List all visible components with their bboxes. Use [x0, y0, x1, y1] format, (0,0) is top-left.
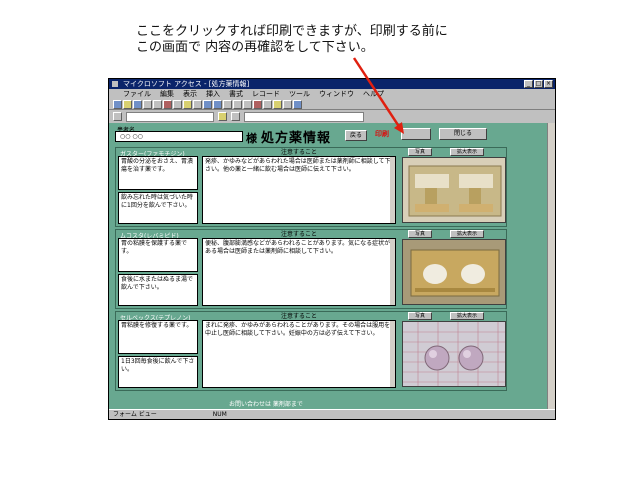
size-combo[interactable]	[244, 111, 364, 122]
drug-card: ガスター(ファモチジン) 胃酸の分泌をおさえ、胃潰瘍を治す薬です。 飲み忘れた時…	[115, 147, 507, 227]
annotation-text: ここをクリックすれば印刷できますが、印刷する前に この画面で 内容の再確認をして…	[136, 24, 448, 56]
enlarge-button[interactable]: 拡大表示	[450, 230, 484, 238]
delete-record-icon[interactable]	[263, 99, 272, 109]
print-label: 印刷	[375, 130, 389, 138]
application-window: マイクロソフト アクセス - [処方薬情報] _ □ × ファイル 編集 表示 …	[108, 78, 556, 420]
maximize-button[interactable]: □	[534, 80, 543, 88]
sort-asc-icon[interactable]	[203, 99, 212, 109]
standard-toolbar	[109, 99, 555, 110]
menu-records[interactable]: レコード	[252, 89, 280, 99]
usage-field[interactable]: 飲み忘れた時は気づいた時に1回分を飲んで下さい。	[118, 192, 198, 224]
notes-field[interactable]: 発疹、かゆみなどがあらわれた場合は医師または薬剤師に相談して下さい。他の薬と一緒…	[202, 156, 396, 224]
font-combo[interactable]	[126, 111, 214, 122]
effect-field[interactable]: 胃の粘膜を保護する薬です。	[118, 238, 198, 272]
close-form-button[interactable]: 閉じる	[439, 128, 487, 140]
new-record-icon[interactable]	[253, 99, 262, 109]
notes-scrollbar[interactable]	[390, 321, 395, 387]
effect-field[interactable]: 胃酸の分泌をおさえ、胃潰瘍を治す薬です。	[118, 156, 198, 190]
notes-field[interactable]: まれに発疹、かゆみがあらわれることがあります。その場合は服用を中止し医師に相談し…	[202, 320, 396, 388]
form-title: 処方薬情報	[261, 131, 332, 146]
save-icon[interactable]	[133, 99, 142, 109]
notes-scrollbar[interactable]	[390, 239, 395, 305]
notes-header: 注意すること	[280, 149, 317, 156]
app-icon	[112, 81, 118, 87]
drug-photo	[402, 321, 506, 387]
apply-filter-icon[interactable]	[233, 99, 242, 109]
find-icon[interactable]	[243, 99, 252, 109]
enlarge-button[interactable]: 拡大表示	[450, 312, 484, 320]
menu-view[interactable]: 表示	[183, 89, 197, 99]
copy-icon[interactable]	[173, 99, 182, 109]
photo-button[interactable]: 写真	[408, 148, 432, 156]
menu-edit[interactable]: 編集	[160, 89, 174, 99]
footer-text: お問い合わせは 薬剤部まで	[229, 401, 303, 408]
drug-photo	[402, 239, 506, 305]
paste-icon[interactable]	[183, 99, 192, 109]
menu-bar: ファイル 編集 表示 挿入 書式 レコード ツール ウィンドウ ヘルプ	[109, 89, 555, 99]
menu-window[interactable]: ウィンドウ	[319, 89, 354, 99]
status-mode: フォーム ビュー	[113, 411, 157, 418]
menu-tools[interactable]: ツール	[289, 89, 310, 99]
menu-insert[interactable]: 挿入	[206, 89, 220, 99]
notes-scrollbar[interactable]	[390, 157, 395, 223]
sort-desc-icon[interactable]	[213, 99, 222, 109]
usage-field[interactable]: 1日3回毎食後に飲んで下さい。	[118, 356, 198, 388]
open-folder-icon[interactable]	[123, 99, 132, 109]
italic-icon[interactable]	[231, 112, 240, 121]
effect-field[interactable]: 胃粘膜を修復する薬です。	[118, 320, 198, 354]
form-scrollbar[interactable]	[547, 123, 555, 411]
status-bar: フォーム ビュー NUM	[109, 409, 555, 419]
view-icon[interactable]	[113, 99, 122, 109]
preview-icon[interactable]	[153, 99, 162, 109]
annotation-line-2: この画面で 内容の再確認をして下さい。	[136, 40, 374, 55]
notes-header: 注意すること	[280, 231, 317, 238]
database-icon[interactable]	[273, 99, 282, 109]
undo-icon[interactable]	[193, 99, 202, 109]
annotation-line-1: ここをクリックすれば印刷できますが、印刷する前に	[136, 24, 448, 39]
notes-text: まれに発疹、かゆみがあらわれることがあります。その場合は服用を中止し医師に相談し…	[205, 322, 391, 337]
menu-file[interactable]: ファイル	[123, 89, 151, 99]
bold-icon[interactable]	[218, 112, 227, 121]
formatting-toolbar	[109, 110, 555, 123]
photo-button[interactable]: 写真	[408, 312, 432, 320]
object-icon[interactable]	[113, 112, 122, 121]
menu-help[interactable]: ヘルプ	[363, 89, 384, 99]
close-window-button[interactable]: ×	[544, 80, 553, 88]
new-object-icon[interactable]	[283, 99, 292, 109]
title-bar: マイクロソフト アクセス - [処方薬情報] _ □ ×	[109, 79, 555, 89]
drug-photo	[402, 157, 506, 223]
honorific-label: 様	[246, 132, 257, 145]
cut-icon[interactable]	[163, 99, 172, 109]
window-title: マイクロソフト アクセス - [処方薬情報]	[123, 80, 250, 88]
print-icon[interactable]	[143, 99, 152, 109]
notes-header: 注意すること	[280, 313, 317, 320]
drug-card: ムコスタ(レバミピド) 胃の粘膜を保護する薬です。 食後に水またはぬるま湯で飲ん…	[115, 229, 507, 309]
minimize-button[interactable]: _	[524, 80, 533, 88]
help-icon[interactable]	[293, 99, 302, 109]
menu-format[interactable]: 書式	[229, 89, 243, 99]
print-button[interactable]	[401, 128, 431, 140]
photo-button[interactable]: 写真	[408, 230, 432, 238]
enlarge-button[interactable]: 拡大表示	[450, 148, 484, 156]
notes-field[interactable]: 便秘、腹部膨満感などがあらわれることがあります。気になる症状がある場合は医師また…	[202, 238, 396, 306]
notes-text: 便秘、腹部膨満感などがあらわれることがあります。気になる症状がある場合は医師また…	[205, 240, 391, 255]
patient-name-field[interactable]: ○○ ○○	[115, 131, 243, 142]
status-num: NUM	[212, 411, 227, 418]
notes-text: 発疹、かゆみなどがあらわれた場合は医師または薬剤師に相談して下さい。他の薬と一緒…	[205, 158, 391, 173]
usage-field[interactable]: 食後に水またはぬるま湯で飲んで下さい。	[118, 274, 198, 306]
drug-card: セルベックス(テプレノン) 胃粘膜を修復する薬です。 1日3回毎食後に飲んで下さ…	[115, 311, 507, 391]
form-area: 患者名 ○○ ○○ 様 処方薬情報 戻る 印刷 閉じる ガスター(ファモチジン)…	[109, 123, 549, 411]
filter-icon[interactable]	[223, 99, 232, 109]
back-button[interactable]: 戻る	[345, 130, 367, 141]
